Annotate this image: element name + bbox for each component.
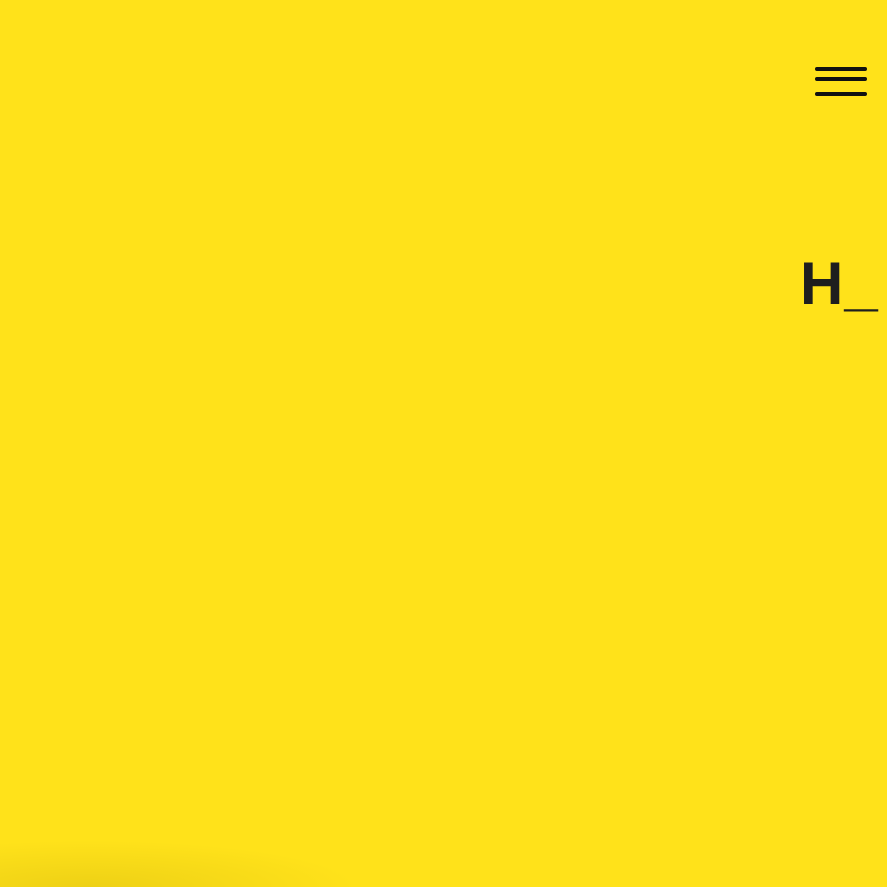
menu-button[interactable] — [810, 62, 868, 104]
decorative-shadow — [0, 840, 360, 887]
hamburger-menu-icon — [815, 67, 867, 71]
page-background: H_ — [0, 0, 887, 887]
logo-text[interactable]: H_ — [800, 250, 879, 318]
hamburger-menu-icon — [815, 77, 867, 81]
hamburger-menu-icon — [815, 92, 867, 96]
